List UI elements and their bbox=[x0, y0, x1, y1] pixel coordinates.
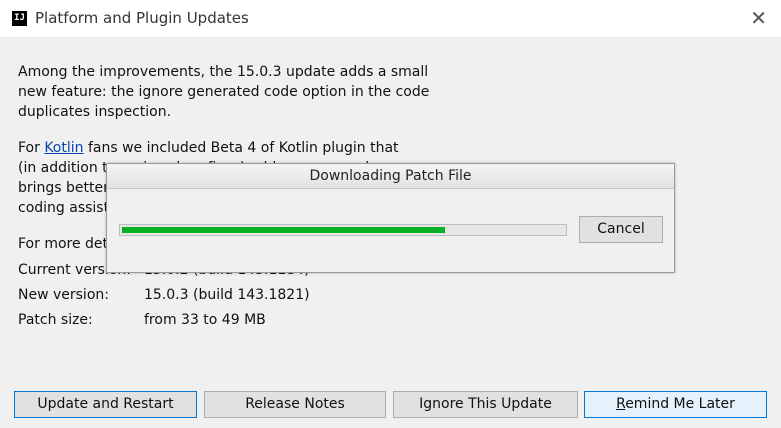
kotlin-link[interactable]: Kotlin bbox=[44, 140, 83, 156]
kotlin-prefix: For bbox=[18, 140, 45, 156]
release-notes-button[interactable]: Release Notes bbox=[204, 391, 386, 418]
download-progress-bar bbox=[119, 224, 567, 236]
paragraph-improvements: Among the improvements, the 15.0.3 updat… bbox=[18, 64, 430, 120]
ignore-update-button[interactable]: Ignore This Update bbox=[393, 391, 578, 418]
cancel-download-button[interactable]: Cancel bbox=[579, 216, 663, 243]
download-progress-fill bbox=[122, 227, 445, 233]
update-and-restart-button[interactable]: Update and Restart bbox=[14, 391, 197, 418]
close-icon[interactable]: ✕ bbox=[750, 6, 767, 30]
patch-size-row: Patch size: from 33 to 49 MB bbox=[18, 312, 310, 337]
new-version-label: New version: bbox=[18, 287, 109, 303]
window-title: Platform and Plugin Updates bbox=[35, 9, 249, 27]
patch-size-value: from 33 to 49 MB bbox=[144, 312, 266, 328]
new-version-value: 15.0.3 (build 143.1821) bbox=[144, 287, 310, 303]
remind-mnemonic: R bbox=[616, 396, 626, 412]
version-info: Current version: 15.0.2 (build 143.1184)… bbox=[18, 262, 310, 337]
title-bar: IJ Platform and Plugin Updates ✕ bbox=[0, 0, 781, 38]
downloading-patch-dialog: Downloading Patch File Cancel bbox=[106, 163, 675, 273]
new-version-row: New version: 15.0.3 (build 143.1821) bbox=[18, 287, 310, 312]
progress-dialog-title: Downloading Patch File bbox=[107, 164, 674, 189]
intellij-app-icon: IJ bbox=[12, 11, 27, 26]
patch-size-label: Patch size: bbox=[18, 312, 93, 328]
remind-label-rest: emind Me Later bbox=[625, 396, 735, 412]
remind-me-later-button[interactable]: Remind Me Later bbox=[584, 391, 767, 418]
